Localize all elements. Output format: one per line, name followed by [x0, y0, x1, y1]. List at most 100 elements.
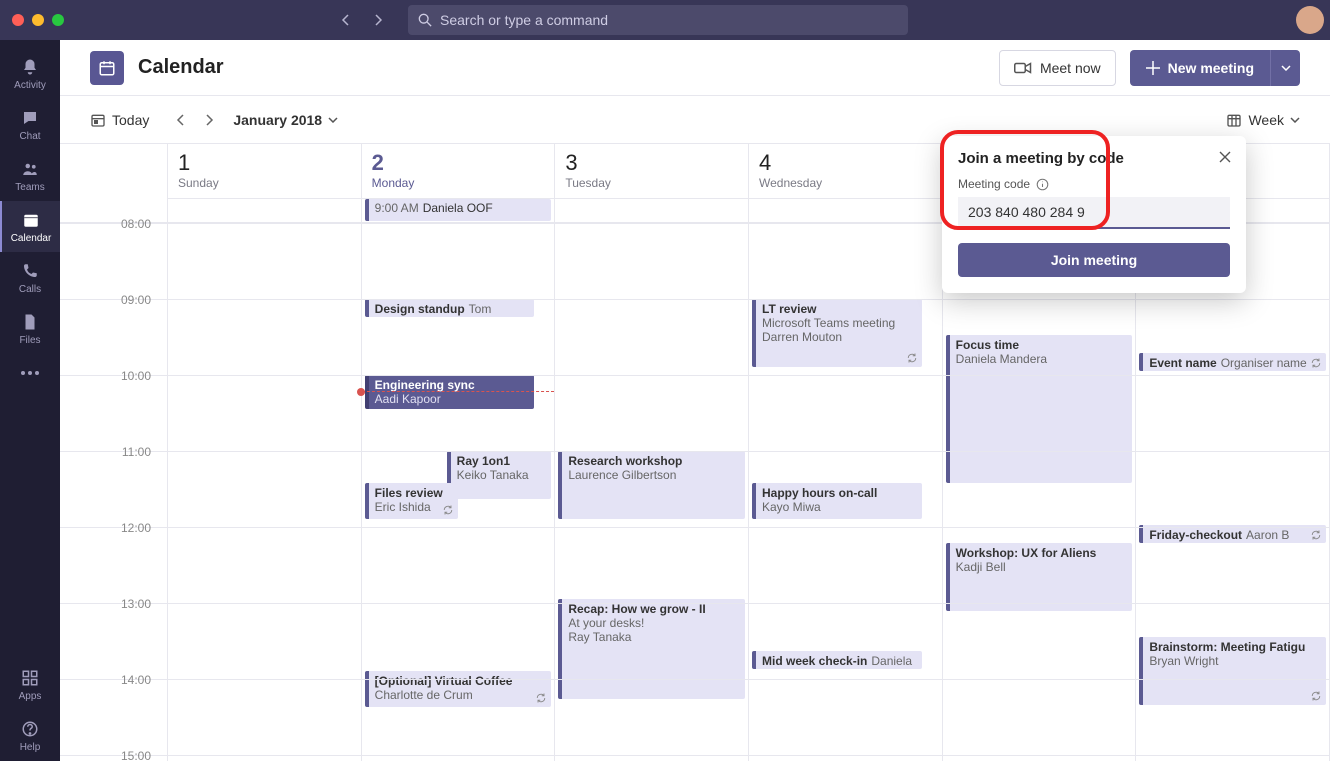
day-number: 2 [372, 150, 545, 176]
event-brainstorm[interactable]: Brainstorm: Meeting FatiguBryan Wright [1139, 637, 1326, 705]
day-column-sun[interactable]: 1Sunday [168, 144, 362, 761]
all-day-event[interactable]: 9:00 AMDaniela OOF [365, 199, 552, 221]
meeting-code-input[interactable] [958, 197, 1230, 229]
hour-label: 11:00 [122, 445, 151, 459]
event-generic[interactable]: Event nameOrganiser name [1139, 353, 1326, 371]
hour-label: 14:00 [121, 673, 151, 687]
day-number: 3 [565, 150, 738, 176]
close-window[interactable] [12, 14, 24, 26]
hour-label: 15:00 [121, 749, 151, 761]
event-research-workshop[interactable]: Research workshopLaurence Gilbertson [558, 451, 745, 519]
view-label: Week [1248, 112, 1284, 128]
bell-icon [19, 56, 41, 78]
rail-label: Files [19, 335, 40, 346]
rail-apps[interactable]: Apps [0, 659, 60, 710]
hour-label: 10:00 [121, 369, 151, 383]
user-avatar[interactable] [1296, 6, 1324, 34]
meet-now-button[interactable]: Meet now [999, 50, 1116, 86]
rail-label: Calendar [11, 233, 52, 244]
new-meeting-dropdown[interactable] [1270, 50, 1300, 86]
now-indicator [362, 391, 555, 392]
event-ux-workshop[interactable]: Workshop: UX for AliensKadji Bell [946, 543, 1133, 611]
event-files-review[interactable]: Files reviewEric Ishida [365, 483, 459, 519]
join-meeting-popover: Join a meeting by code Meeting code Join… [942, 136, 1246, 293]
more-icon [19, 362, 41, 384]
popover-title: Join a meeting by code [958, 150, 1230, 167]
event-recap[interactable]: Recap: How we grow - IIAt your desks!Ray… [558, 599, 745, 699]
day-name: Tuesday [565, 176, 738, 190]
join-meeting-button[interactable]: Join meeting [958, 243, 1230, 277]
close-popover-button[interactable] [1214, 146, 1236, 168]
search-input[interactable]: Search or type a command [408, 5, 908, 35]
rail-label: Apps [19, 691, 42, 702]
close-icon [1219, 151, 1231, 163]
rail-chat[interactable]: Chat [0, 99, 60, 150]
maximize-window[interactable] [52, 14, 64, 26]
next-week-button[interactable] [195, 106, 223, 134]
rail-label: Chat [19, 131, 40, 142]
event-happy-hours[interactable]: Happy hours on-callKayo Miwa [752, 483, 922, 519]
page-title: Calendar [138, 56, 224, 79]
rail-more[interactable] [0, 354, 60, 392]
app-rail: Activity Chat Teams Calendar Calls Files [0, 40, 60, 761]
rail-help[interactable]: Help [0, 710, 60, 761]
recur-icon [1310, 357, 1322, 369]
teams-icon [19, 158, 41, 180]
popover-field-label: Meeting code [958, 177, 1230, 191]
rail-label: Teams [15, 182, 44, 193]
month-label: January 2018 [233, 112, 322, 128]
minimize-window[interactable] [32, 14, 44, 26]
view-selector[interactable]: Week [1226, 112, 1300, 128]
prev-week-button[interactable] [167, 106, 195, 134]
recur-icon [1310, 529, 1322, 541]
chevron-down-icon [328, 117, 338, 123]
apps-icon [19, 667, 41, 689]
calendar-app-icon [90, 51, 124, 85]
event-lt-review[interactable]: LT reviewMicrosoft Teams meetingDarren M… [752, 299, 922, 367]
chevron-down-icon [1290, 117, 1300, 123]
rail-label: Activity [14, 80, 46, 91]
event-engineering-sync[interactable]: Engineering syncAadi Kapoor [365, 375, 535, 409]
day-number: 4 [759, 150, 932, 176]
page-header: Calendar Meet now New meeting [60, 40, 1330, 96]
week-icon [1226, 112, 1242, 128]
event-ray-1on1[interactable]: Ray 1on1Keiko Tanaka [447, 451, 552, 499]
new-meeting-label: New meeting [1168, 60, 1254, 76]
hour-label: 12:00 [121, 521, 151, 535]
day-column-wed[interactable]: 4Wednesday LT reviewMicrosoft Teams meet… [749, 144, 943, 761]
recur-icon [906, 352, 918, 364]
day-column-tue[interactable]: 3Tuesday Research workshopLaurence Gilbe… [555, 144, 749, 761]
today-button[interactable]: Today [90, 112, 149, 128]
info-icon[interactable] [1036, 178, 1049, 191]
month-picker[interactable]: January 2018 [233, 112, 338, 128]
plus-icon [1146, 61, 1160, 75]
rail-calendar[interactable]: Calendar [0, 201, 60, 252]
day-number: 1 [178, 150, 351, 176]
time-column: 08:0009:0010:0011:0012:0013:0014:0015:00… [60, 144, 168, 761]
forward-button[interactable] [366, 8, 390, 32]
event-focus-time[interactable]: Focus timeDaniela Mandera [946, 335, 1133, 483]
rail-label: Help [20, 742, 41, 753]
hour-label: 09:00 [121, 293, 151, 307]
recur-icon [1310, 690, 1322, 702]
rail-activity[interactable]: Activity [0, 48, 60, 99]
back-button[interactable] [334, 8, 358, 32]
calendar-icon [20, 209, 42, 231]
day-column-mon[interactable]: 2Monday 9:00 AMDaniela OOF Design standu… [362, 144, 556, 761]
rail-files[interactable]: Files [0, 303, 60, 354]
event-design-standup[interactable]: Design standupTom [365, 299, 535, 317]
event-midweek[interactable]: Mid week check-inDaniela [752, 651, 922, 669]
video-icon [1014, 61, 1032, 75]
phone-icon [19, 260, 41, 282]
file-icon [19, 311, 41, 333]
today-label: Today [112, 112, 149, 128]
rail-calls[interactable]: Calls [0, 252, 60, 303]
chevron-down-icon [1281, 65, 1291, 71]
today-icon [90, 112, 106, 128]
new-meeting-button[interactable]: New meeting [1130, 50, 1270, 86]
hour-label: 13:00 [121, 597, 151, 611]
rail-teams[interactable]: Teams [0, 150, 60, 201]
help-icon [19, 718, 41, 740]
event-virtual-coffee[interactable]: [Optional] Virtual CoffeeCharlotte de Cr… [365, 671, 552, 707]
search-placeholder: Search or type a command [440, 12, 608, 28]
